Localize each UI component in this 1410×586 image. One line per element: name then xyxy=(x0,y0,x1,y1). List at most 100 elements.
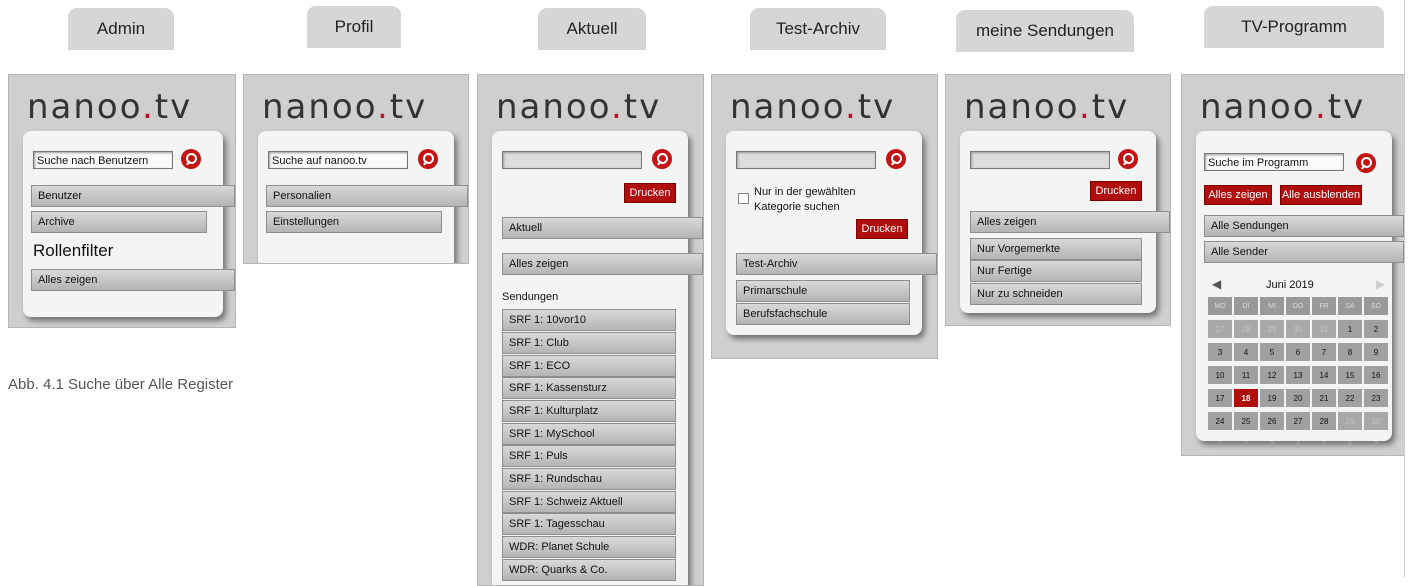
calendar-day[interactable]: 16 xyxy=(1364,366,1388,384)
show-item[interactable]: SRF 1: ECO xyxy=(502,355,676,377)
calendar-day[interactable]: 23 xyxy=(1364,389,1388,407)
search-icon[interactable] xyxy=(1118,149,1138,169)
calendar-day[interactable]: 26 xyxy=(1260,412,1284,430)
print-button[interactable]: Drucken xyxy=(856,219,908,239)
calendar-day[interactable]: 4 xyxy=(1234,343,1258,361)
menu-item-nur-zu-schneiden[interactable]: Nur zu schneiden xyxy=(970,283,1142,305)
menu-item-alles-zeigen[interactable]: Alles zeigen xyxy=(502,253,703,275)
sendungen-label: Sendungen xyxy=(502,291,559,303)
tab-aktuell[interactable]: Aktuell xyxy=(538,8,646,50)
show-item[interactable]: SRF 1: Kassensturz xyxy=(502,377,676,399)
menu-item-berufsfachschule[interactable]: Berufsfachschule xyxy=(736,303,910,325)
calendar-day[interactable]: 14 xyxy=(1312,366,1336,384)
search-input[interactable] xyxy=(970,151,1110,169)
menu-item-alle-sender[interactable]: Alle Sender xyxy=(1204,241,1404,263)
panel-tv-programm: nanoo.tv Suche im Programm Alles zeigen … xyxy=(1181,74,1405,456)
tab-admin[interactable]: Admin xyxy=(68,8,174,50)
show-item[interactable]: SRF 1: 10vor10 xyxy=(502,309,676,331)
calendar-day[interactable]: 27 xyxy=(1286,412,1310,430)
show-item[interactable]: WDR: Quarks & Co. xyxy=(502,559,676,581)
print-button[interactable]: Drucken xyxy=(624,183,676,203)
menu-item-personalien[interactable]: Personalien xyxy=(266,185,468,207)
show-item[interactable]: SRF 1: Club xyxy=(502,332,676,354)
tab-tv-programm[interactable]: TV-Programm xyxy=(1204,6,1384,48)
show-item[interactable]: SRF 1: MySchool xyxy=(502,423,676,445)
calendar-day[interactable]: 12 xyxy=(1260,366,1284,384)
show-item[interactable]: WDR: Planet Schule xyxy=(502,536,676,558)
search-icon[interactable] xyxy=(418,149,438,169)
show-item[interactable]: SRF 1: Kulturplatz xyxy=(502,400,676,422)
calendar-day[interactable]: 22 xyxy=(1338,389,1362,407)
search-icon[interactable] xyxy=(181,149,201,169)
menu-item-nur-vorgemerkte[interactable]: Nur Vorgemerkte xyxy=(970,238,1142,260)
search-icon[interactable] xyxy=(652,149,672,169)
search-input[interactable] xyxy=(502,151,642,169)
triangle-left-icon[interactable]: ◀ xyxy=(1212,277,1221,291)
calendar-day[interactable]: 5 xyxy=(1260,343,1284,361)
show-item[interactable]: SRF 1: Puls xyxy=(502,445,676,467)
menu-item-primarschule[interactable]: Primarschule xyxy=(736,280,910,302)
tab-meine-sendungen[interactable]: meine Sendungen xyxy=(956,10,1134,52)
nanoo-logo: nanoo.tv xyxy=(964,87,1130,127)
menu-item-alle-sendungen[interactable]: Alle Sendungen xyxy=(1204,215,1404,237)
calendar-day: 4 xyxy=(1295,439,1301,449)
calendar-day[interactable]: 1 xyxy=(1338,320,1362,338)
search-input[interactable]: Suche nach Benutzern xyxy=(33,151,173,169)
show-item[interactable]: SRF 1: Rundschau xyxy=(502,468,676,490)
calendar-day[interactable]: 2 xyxy=(1364,320,1388,338)
tab-profil[interactable]: Profil xyxy=(307,6,401,48)
calendar-day: 5 xyxy=(1321,439,1327,449)
panel-aktuell: nanoo.tv Drucken Aktuell Alles zeigen Se… xyxy=(477,74,704,586)
calendar-day[interactable]: 19 xyxy=(1260,389,1284,407)
calendar-weekday: FR xyxy=(1312,297,1336,315)
show-item[interactable]: SRF 1: Tagesschau xyxy=(502,513,676,535)
category-checkbox[interactable] xyxy=(738,193,749,204)
nanoo-logo: nanoo.tv xyxy=(496,87,662,127)
menu-item-aktuell[interactable]: Aktuell xyxy=(502,217,703,239)
calendar-day[interactable]: 11 xyxy=(1234,366,1258,384)
calendar-day[interactable]: 8 xyxy=(1338,343,1362,361)
calendar-weekday: DI xyxy=(1234,297,1258,315)
calendar-day[interactable]: 15 xyxy=(1338,366,1362,384)
menu-item-test-archiv[interactable]: Test-Archiv xyxy=(736,253,937,275)
menu-item-alles-zeigen[interactable]: Alles zeigen xyxy=(970,211,1170,233)
calendar-day[interactable]: 9 xyxy=(1364,343,1388,361)
calendar-day: 30 xyxy=(1364,412,1388,430)
calendar-grid: MO DI MI DO FR SA SO 27 28 29 30 31 1 2 3 4 5 6 7 8 9 10 11 12 1… xyxy=(1208,297,1388,453)
print-button[interactable]: Drucken xyxy=(1090,181,1142,201)
menu-item-archive[interactable]: Archive xyxy=(31,211,207,233)
calendar-day[interactable]: 20 xyxy=(1286,389,1310,407)
menu-item-benutzer[interactable]: Benutzer xyxy=(31,185,235,207)
calendar-day: 31 xyxy=(1312,320,1336,338)
triangle-right-icon[interactable]: ▶ xyxy=(1376,277,1385,291)
calendar-day[interactable]: 24 xyxy=(1208,412,1232,430)
search-icon[interactable] xyxy=(1356,153,1376,173)
hide-all-button[interactable]: Alle ausblenden xyxy=(1280,185,1362,205)
calendar-day[interactable]: 28 xyxy=(1312,412,1336,430)
show-all-button[interactable]: Alles zeigen xyxy=(1204,185,1272,205)
calendar-day[interactable]: 3 xyxy=(1208,343,1232,361)
filter-item-alles-zeigen[interactable]: Alles zeigen xyxy=(31,269,235,291)
calendar-day[interactable]: 13 xyxy=(1286,366,1310,384)
calendar-day[interactable]: 6 xyxy=(1286,343,1310,361)
panel-meine-sendungen: nanoo.tv Drucken Alles zeigen Nur Vorgem… xyxy=(945,74,1171,326)
nanoo-logo: nanoo.tv xyxy=(262,87,428,127)
search-input[interactable]: Suche im Programm xyxy=(1204,153,1344,171)
calendar-day[interactable]: 17 xyxy=(1208,389,1232,407)
search-input[interactable]: Suche auf nanoo.tv xyxy=(268,151,408,169)
show-item[interactable]: SRF 1: Schweiz Aktuell xyxy=(502,491,676,513)
nanoo-logo: nanoo.tv xyxy=(27,87,193,127)
tab-test-archiv[interactable]: Test-Archiv xyxy=(750,8,886,50)
calendar-day: 29 xyxy=(1338,412,1362,430)
search-icon[interactable] xyxy=(886,149,906,169)
calendar-day[interactable]: 7 xyxy=(1312,343,1336,361)
search-input[interactable] xyxy=(736,151,876,169)
calendar-day[interactable]: 10 xyxy=(1208,366,1232,384)
calendar-day-today[interactable]: 18 xyxy=(1234,389,1258,407)
calendar-day[interactable]: 25 xyxy=(1234,412,1258,430)
menu-item-einstellungen[interactable]: Einstellungen xyxy=(266,211,442,233)
menu-item-nur-fertige[interactable]: Nur Fertige xyxy=(970,260,1142,282)
calendar-day[interactable]: 21 xyxy=(1312,389,1336,407)
calendar-day: 1 xyxy=(1217,439,1223,449)
panel-profil: nanoo.tv Suche auf nanoo.tv Personalien … xyxy=(243,74,469,264)
